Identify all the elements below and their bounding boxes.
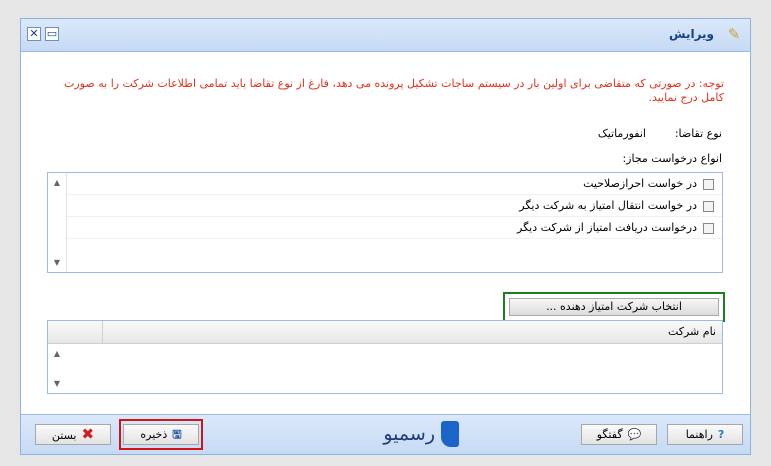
rasmio-logo: رسمیو bbox=[339, 421, 459, 447]
dialog-titlebar: ✎ ویرایش ✕ ▭ bbox=[21, 19, 750, 52]
grid-header: نام شرکت bbox=[48, 321, 722, 344]
grid-scrollbar[interactable]: ▲ ▼ bbox=[48, 343, 66, 393]
select-company-highlight: انتخاب شرکت امتیاز دهنده ... bbox=[503, 292, 725, 322]
close-button[interactable]: ✖بستن bbox=[35, 424, 111, 445]
maximize-window-icon[interactable]: ▭ bbox=[45, 27, 59, 41]
chat-button[interactable]: 💬گفتگو bbox=[581, 424, 657, 445]
column-company-name[interactable]: نام شرکت bbox=[102, 321, 722, 343]
logo-mark-icon bbox=[441, 421, 459, 447]
edit-icon: ✎ bbox=[727, 25, 741, 43]
scroll-down-icon[interactable]: ▼ bbox=[48, 258, 66, 267]
request-type-label: نوع تقاضا: bbox=[674, 127, 722, 140]
scroll-down-icon[interactable]: ▼ bbox=[48, 379, 66, 388]
scroll-up-icon[interactable]: ▲ bbox=[48, 178, 66, 187]
list-item[interactable]: درخواست دریافت امتیاز از شرکت دیگر bbox=[67, 217, 722, 239]
checkbox[interactable] bbox=[703, 178, 714, 190]
help-button[interactable]: ?راهنما bbox=[667, 424, 743, 445]
edit-dialog: ✎ ویرایش ✕ ▭ توجه: در صورتی که متقاضی بر… bbox=[20, 18, 751, 455]
allowed-requests-label: انواع درخواست مجاز: bbox=[622, 152, 722, 165]
list-item[interactable]: در خواست احرازصلاحیت bbox=[67, 173, 722, 195]
checkbox[interactable] bbox=[703, 222, 714, 234]
save-button[interactable]: 🖫ذخیره bbox=[123, 424, 199, 445]
help-icon: ? bbox=[717, 428, 725, 441]
request-type-value: انفورماتیک bbox=[597, 127, 646, 140]
allowed-requests-list: ▲ ▼ در خواست احرازصلاحیت در خواست انتقال… bbox=[47, 172, 723, 273]
chat-icon: 💬 bbox=[627, 428, 642, 441]
list-item-label: در خواست انتقال امتیاز به شرکت دیگر bbox=[519, 199, 697, 212]
list-scrollbar[interactable]: ▲ ▼ bbox=[48, 173, 67, 272]
dialog-title: ویرایش bbox=[668, 27, 714, 41]
list-item-label: در خواست احرازصلاحیت bbox=[583, 177, 697, 190]
list-item[interactable]: در خواست انتقال امتیاز به شرکت دیگر bbox=[67, 195, 722, 217]
dialog-footer: ✖بستن 🖫ذخیره رسمیو 💬گفتگو ?راهنما bbox=[21, 414, 750, 454]
floppy-disk-icon: 🖫 bbox=[172, 428, 182, 441]
companies-grid: نام شرکت ▲ ▼ bbox=[47, 320, 723, 394]
list-item-label: درخواست دریافت امتیاز از شرکت دیگر bbox=[517, 221, 697, 234]
checkbox[interactable] bbox=[703, 200, 714, 212]
notice-text: توجه: در صورتی که متقاضی برای اولین بار … bbox=[64, 77, 724, 104]
close-window-icon[interactable]: ✕ bbox=[27, 27, 41, 41]
close-icon: ✖ bbox=[81, 425, 95, 443]
scroll-up-icon[interactable]: ▲ bbox=[48, 349, 66, 358]
select-company-button[interactable]: انتخاب شرکت امتیاز دهنده ... bbox=[509, 298, 719, 316]
